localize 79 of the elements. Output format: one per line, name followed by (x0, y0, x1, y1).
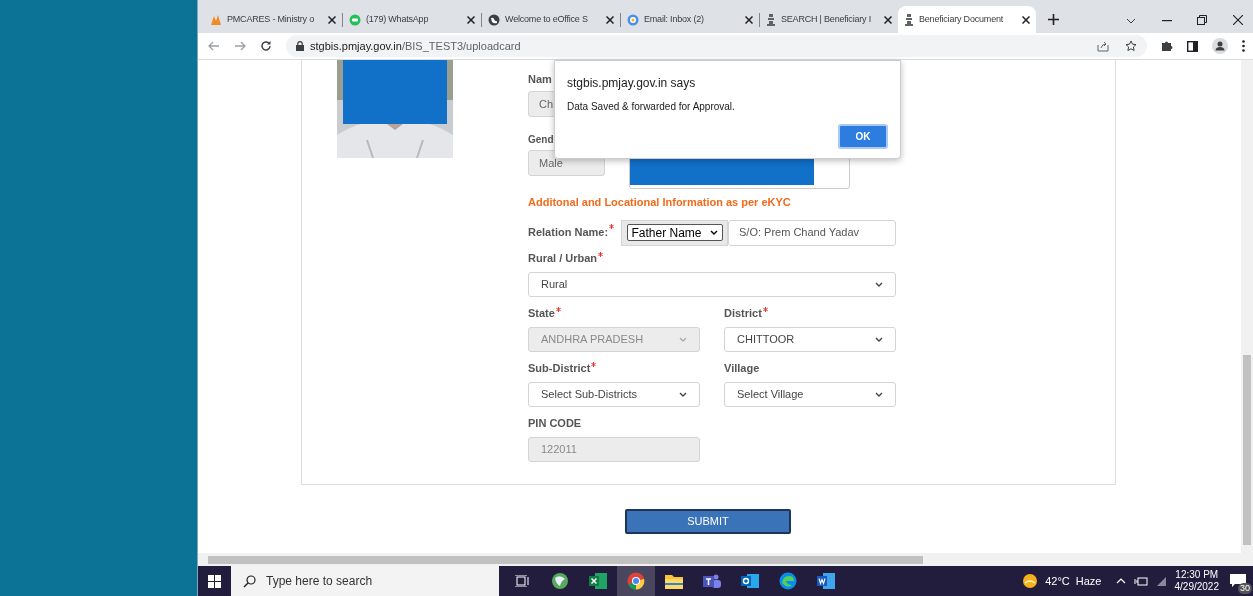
clock-time[interactable]: 12:30 PM (1175, 569, 1219, 581)
notification-button[interactable]: 30 (1227, 570, 1249, 592)
chevron-down-icon[interactable] (1126, 18, 1136, 24)
side-panel-icon[interactable] (1187, 40, 1198, 52)
close-icon[interactable] (328, 15, 336, 24)
forward-icon[interactable] (234, 41, 246, 51)
field-label: Village (724, 361, 761, 374)
reload-icon[interactable] (260, 40, 272, 52)
field-label: District (724, 306, 896, 319)
app-globe-icon[interactable] (551, 572, 569, 590)
vertical-scrollbar[interactable] (1241, 60, 1253, 553)
battery-icon[interactable] (1133, 576, 1148, 586)
tab-logo-icon (210, 13, 222, 26)
chevron-down-icon (709, 230, 718, 235)
chevron-down-icon (875, 281, 883, 287)
chevron-down-icon (679, 336, 687, 342)
chevron-down-icon (679, 391, 687, 397)
search-field[interactable]: Type here to search (231, 566, 499, 596)
field-label: Relation Name: (528, 224, 621, 241)
weather-icon[interactable] (1022, 573, 1039, 589)
field-label: Nam (528, 72, 553, 83)
field-label: Sub-District (528, 361, 700, 374)
windows-logo-icon (208, 574, 221, 588)
chat-icon (349, 13, 361, 26)
notification-badge: 30 (1238, 583, 1252, 594)
menu-icon[interactable] (1242, 40, 1245, 52)
profile-icon[interactable] (1212, 38, 1228, 54)
horizontal-scrollbar[interactable] (198, 553, 1253, 566)
weather-text: Haze (1075, 573, 1102, 589)
browser-icon[interactable] (627, 572, 645, 590)
share-icon[interactable] (1097, 40, 1109, 52)
dialog-title: stgbis.pmjay.gov.in says (567, 75, 697, 92)
dropdown[interactable]: Father Name (626, 224, 723, 241)
close-icon[interactable] (884, 15, 892, 24)
chevron-down-icon (875, 336, 883, 342)
section-heading: Additonal and Locational Information as per eKYC (528, 195, 792, 210)
close-icon[interactable] (1233, 15, 1243, 25)
restore-icon[interactable] (1197, 15, 1207, 25)
people-icon[interactable] (703, 572, 721, 590)
field-label: State (528, 306, 700, 319)
ok-button[interactable]: OK (838, 124, 888, 149)
clock-date[interactable]: 4/29/2022 (1174, 581, 1219, 593)
close-icon[interactable] (467, 15, 475, 24)
folder-icon[interactable] (665, 573, 683, 589)
emblem-icon (904, 13, 914, 26)
close-icon[interactable] (606, 15, 614, 24)
document-app-icon[interactable] (817, 572, 835, 590)
chevron-up-icon[interactable] (1115, 578, 1126, 584)
search-icon (243, 574, 256, 588)
star-icon[interactable] (1125, 40, 1137, 52)
dropdown[interactable]: Select Village (724, 381, 896, 407)
globe-icon (488, 13, 500, 26)
input-field[interactable]: S/O: Prem Chand Yadav (728, 219, 896, 246)
field-label: PIN CODE (528, 416, 583, 429)
taskbar-button[interactable] (617, 566, 655, 596)
dropdown[interactable]: Rural (528, 271, 896, 297)
minimize-icon[interactable] (1162, 20, 1172, 22)
address-bar[interactable]: stgbis.pmjay.gov.in/BIS_TEST3/uploadcard (286, 35, 1147, 57)
dialog-message: Data Saved & forwarded for Approval. (567, 100, 736, 114)
new-tab-icon[interactable] (1048, 14, 1059, 25)
dropdown[interactable]: Select Sub-Districts (528, 381, 700, 407)
close-icon[interactable] (745, 15, 753, 24)
spreadsheet-icon[interactable] (589, 572, 607, 590)
puzzle-icon[interactable] (1161, 40, 1173, 52)
close-icon[interactable] (1022, 15, 1030, 24)
submit-button[interactable]: SUBMIT (625, 509, 791, 534)
lock-icon (296, 41, 304, 51)
temperature: 42°C (1045, 573, 1070, 589)
dropdown[interactable]: CHITTOOR (724, 326, 896, 352)
field-label: Rural / Urban (528, 251, 896, 264)
task-view-icon[interactable] (515, 575, 529, 587)
browser-tab[interactable]: Beneficiary Document (898, 6, 1036, 33)
mail-app-icon[interactable] (741, 572, 759, 590)
wifi-icon[interactable] (1155, 575, 1167, 587)
mail-logo-icon (627, 13, 639, 26)
back-icon[interactable] (208, 41, 220, 51)
chevron-down-icon (875, 391, 883, 397)
emblem-icon (766, 13, 776, 26)
browser-wave-icon[interactable] (779, 572, 797, 590)
